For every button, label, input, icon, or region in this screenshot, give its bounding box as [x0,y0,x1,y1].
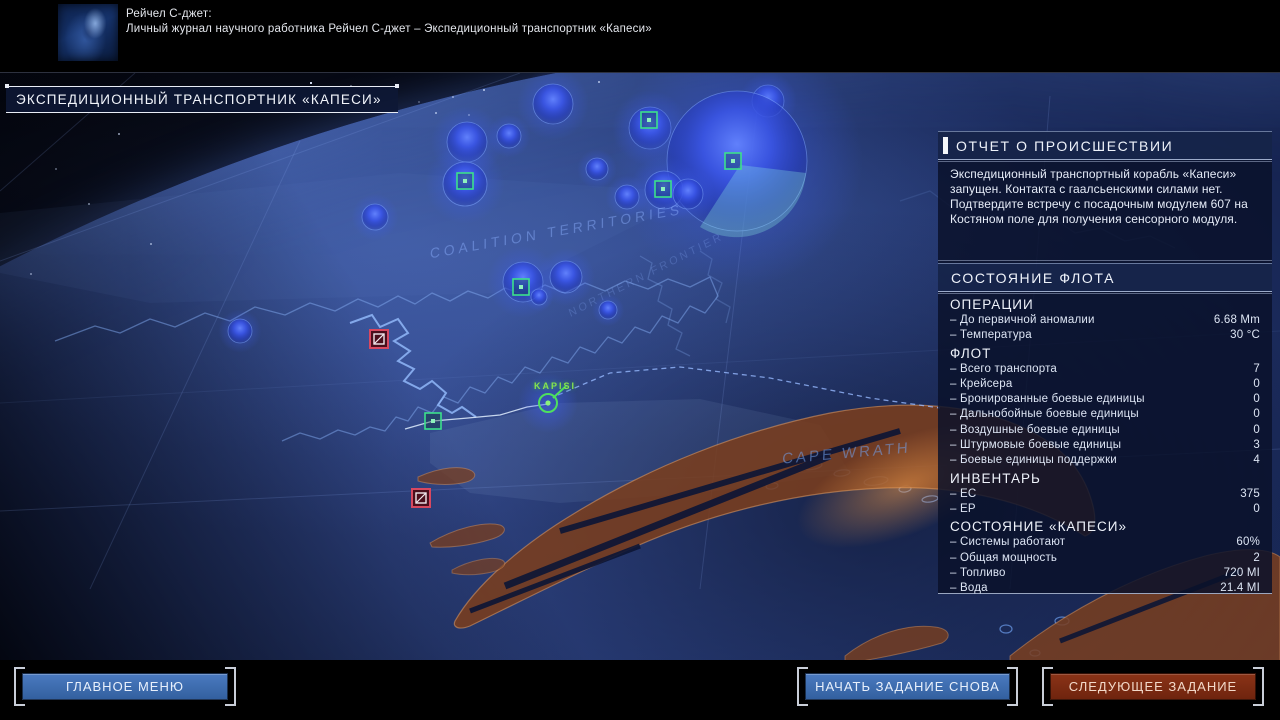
fleet-row-value: 60% [1236,535,1260,550]
fleet-row-label: – Воздушные боевые единицы [950,423,1120,438]
fleet-row: – Воздушные боевые единицы 0 [938,423,1272,438]
fleet-row-value: 30 °C [1230,328,1260,343]
fleet-row: – Топливо 720 MI [938,566,1272,581]
city-dome-marker [586,158,608,180]
fleet-row-value: 720 MI [1224,566,1260,581]
label-kapisi: KAPISI [534,381,576,391]
fleet-row-label: – Топливо [950,566,1006,581]
fleet-row-value: 3 [1253,438,1260,453]
fleet-row-value: 0 [1253,377,1260,392]
objective-marker-dot [661,187,665,191]
fleet-row: – ЕР 0 [938,502,1272,517]
fleet-row: – Вода 21.4 MI [938,581,1272,596]
objective-marker-dot [647,118,651,122]
incident-report-body: Экспедиционный транспортный корабль «Кап… [938,160,1272,227]
fleet-row: – Системы работают 60% [938,535,1272,550]
next-mission-button[interactable]: СЛЕДУЮЩЕЕ ЗАДАНИЕ [1050,673,1256,700]
fleet-row-value: 4 [1253,453,1260,468]
city-dome-marker [228,319,252,343]
fleet-row: – Бронированные боевые единицы 0 [938,392,1272,407]
log-title: Личный журнал научного работника Рейчел … [126,22,652,37]
fleet-row-value: 0 [1253,423,1260,438]
fleet-row-value: 6.68 Mm [1214,313,1260,328]
fleet-section-header: ФЛОТ [938,344,1272,362]
fleet-row: – Дальнобойные боевые единицы 0 [938,407,1272,422]
fleet-row-label: – Штурмовые боевые единицы [950,438,1121,453]
next-mission-button-frame: СЛЕДУЮЩЕЕ ЗАДАНИЕ [1050,673,1256,700]
city-dome-marker [497,124,521,148]
fleet-row: – Всего транспорта 7 [938,362,1272,377]
bottom-letterbox: ГЛАВНОЕ МЕНЮ НАЧАТЬ ЗАДАНИЕ СНОВА СЛЕДУЮ… [0,660,1280,720]
kapisi-unit-dot [545,400,550,405]
fleet-row-value: 0 [1253,392,1260,407]
city-dome-marker [550,261,582,293]
fleet-section-header: ИНВЕНТАРЬ [938,469,1272,487]
fleet-status-header: СОСТОЯНИЕ ФЛОТА [938,263,1272,292]
fleet-row-label: – Крейсера [950,377,1012,392]
fleet-row-label: – Боевые единицы поддержки [950,453,1117,468]
fleet-status-list: ОПЕРАЦИИ– До первичной аномалии6.68 Mm– … [938,292,1272,596]
objective-marker-dot [731,159,735,163]
objective-marker-dot [519,285,523,289]
fleet-section-header: ОПЕРАЦИИ [938,295,1272,313]
strategic-map: ЭКСПЕДИЦИОННЫЙ ТРАНСПОРТНИК «КАПЕСИ» COA… [0,72,1280,661]
fleet-row-value: 21.4 MI [1220,581,1260,596]
fleet-row-value: 7 [1253,362,1260,377]
fleet-row: – ЕС 375 [938,487,1272,502]
incident-report-title: ОТЧЕТ О ПРОИСШЕСТВИИ [956,138,1173,154]
fleet-row: – Боевые единицы поддержки 4 [938,453,1272,468]
city-dome-marker [533,84,573,124]
fleet-row-value: 375 [1240,487,1260,502]
fleet-row-value: 0 [1253,502,1260,517]
speaker-name: Рейчел С-джет: [126,7,652,22]
fleet-row-label: – Системы работают [950,535,1065,550]
fleet-row-label: – Бронированные боевые единицы [950,392,1145,407]
map-title-text: ЭКСПЕДИЦИОННЫЙ ТРАНСПОРТНИК «КАПЕСИ» [16,92,382,107]
side-panel: ОТЧЕТ О ПРОИСШЕСТВИИ Экспедиционный тран… [938,131,1272,594]
fleet-row-label: – Вода [950,581,988,596]
fleet-row-label: – ЕС [950,487,976,502]
fleet-row: – Крейсера 0 [938,377,1272,392]
fleet-row-label: – Общая мощность [950,551,1057,566]
fleet-row-label: – До первичной аномалии [950,313,1095,328]
mission-debrief-screen: Рейчел С-джет: Личный журнал научного ра… [0,0,1280,720]
fleet-row-label: – Дальнобойные боевые единицы [950,407,1139,422]
fleet-status-title: СОСТОЯНИЕ ФЛОТА [951,270,1115,286]
ruler-tick [310,82,312,84]
fleet-row: – Общая мощность 2 [938,551,1272,566]
fleet-row-label: – ЕР [950,502,976,517]
incident-report-header: ОТЧЕТ О ПРОИСШЕСТВИИ [938,131,1272,160]
fleet-row-label: – Всего транспорта [950,362,1057,377]
city-dome-marker [362,204,388,230]
header-accent-bar [943,137,948,154]
objective-marker-dot [463,179,467,183]
objective-marker-dot [431,419,435,423]
fleet-row-value: 2 [1253,551,1260,566]
fleet-row-label: – Температура [950,328,1032,343]
restart-mission-button-frame: НАЧАТЬ ЗАДАНИЕ СНОВА [805,673,1010,700]
city-dome-marker [531,289,547,305]
restart-mission-button[interactable]: НАЧАТЬ ЗАДАНИЕ СНОВА [805,673,1010,700]
top-letterbox: Рейчел С-джет: Личный журнал научного ра… [0,0,1280,72]
border-steps [350,315,476,417]
main-menu-button[interactable]: ГЛАВНОЕ МЕНЮ [22,673,228,700]
fleet-section-header: СОСТОЯНИЕ «КАПЕСИ» [938,517,1272,535]
rachel-portrait [58,4,118,61]
fleet-row: – Штурмовые боевые единицы 3 [938,438,1272,453]
north-wash [0,173,700,303]
map-title-plate: ЭКСПЕДИЦИОННЫЙ ТРАНСПОРТНИК «КАПЕСИ» [6,86,398,113]
fleet-row-value: 0 [1253,407,1260,422]
main-menu-button-frame: ГЛАВНОЕ МЕНЮ [22,673,228,700]
fleet-row: – До первичной аномалии 6.68 Mm [938,313,1272,328]
fleet-row: – Температура 30 °C [938,328,1272,343]
